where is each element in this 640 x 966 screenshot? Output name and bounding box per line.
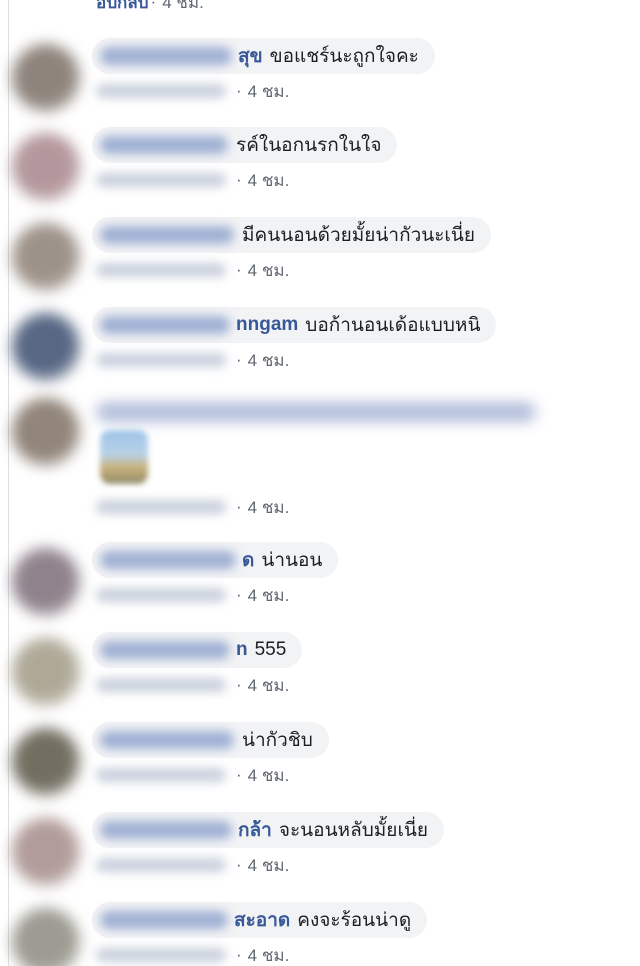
comment-text: คงจะร้อนน่าดู bbox=[297, 910, 412, 931]
comment-meta: · 4 ชม. bbox=[96, 347, 289, 373]
comment-time[interactable]: 4 ชม. bbox=[248, 582, 290, 609]
comment-meta: · 4 ชม. bbox=[96, 78, 289, 104]
blurred-actions[interactable] bbox=[96, 173, 226, 187]
comment-text: ขอแชร์นะถูกใจคะ bbox=[269, 46, 419, 67]
blurred-actions[interactable] bbox=[96, 263, 226, 277]
comment-bubble: สุข ขอแชร์นะถูกใจคะ bbox=[92, 38, 435, 74]
comment-time[interactable]: 4 ชม. bbox=[248, 347, 290, 374]
blurred-author-name[interactable] bbox=[100, 731, 234, 749]
meta-separator: · bbox=[236, 585, 242, 604]
blurred-actions[interactable] bbox=[96, 858, 226, 872]
meta-separator: · bbox=[236, 497, 242, 516]
blurred-actions[interactable] bbox=[96, 768, 226, 782]
reply-link[interactable]: อ่ปกลับ bbox=[96, 0, 149, 16]
comment-bubble: กล้า จะนอนหลับมั้ยเนี่ย bbox=[92, 812, 445, 848]
comment-author[interactable]: สะอาด bbox=[234, 905, 290, 935]
avatar[interactable] bbox=[12, 548, 80, 616]
avatar[interactable] bbox=[12, 133, 80, 201]
blurred-author-name[interactable] bbox=[100, 821, 232, 839]
comment-bubble: n 555 bbox=[92, 632, 303, 668]
meta-separator: · bbox=[236, 855, 242, 874]
avatar[interactable] bbox=[12, 398, 80, 466]
meta-separator: · bbox=[236, 260, 242, 279]
avatar[interactable] bbox=[12, 728, 80, 796]
comment-meta: · 4 ชม. bbox=[96, 762, 289, 788]
comment-meta: · 4 ชม. bbox=[96, 942, 289, 966]
comment-bubble: มีคนนอนด้วยมั้ยน่ากัวนะเนี่ย bbox=[92, 217, 492, 253]
comment-time[interactable]: 4 ชม. bbox=[248, 762, 290, 789]
comment-time[interactable]: 4 ชม. bbox=[248, 942, 290, 966]
avatar[interactable] bbox=[12, 223, 80, 291]
comment-bubble: nngam บอก้านอนเด้อแบบหนิ bbox=[92, 307, 497, 343]
blurred-actions[interactable] bbox=[96, 948, 226, 962]
comment-bubble: รค์ในอกนรกในใจ bbox=[92, 127, 398, 163]
blurred-actions[interactable] bbox=[96, 353, 226, 367]
comment-text: น่านอน bbox=[261, 550, 323, 571]
meta-separator: · bbox=[236, 675, 242, 694]
comment-thread: อ่ปกลับ · 4 ชม. สุข ขอแชร์นะถูกใจคะ · 4 … bbox=[0, 0, 640, 966]
avatar[interactable] bbox=[12, 313, 80, 381]
blurred-author-name[interactable] bbox=[100, 551, 236, 569]
blurred-actions[interactable] bbox=[96, 84, 226, 98]
meta-separator: · bbox=[236, 81, 242, 100]
meta-separator: · bbox=[236, 170, 242, 189]
blurred-author-name[interactable] bbox=[100, 641, 230, 659]
avatar[interactable] bbox=[12, 638, 80, 706]
avatar[interactable] bbox=[12, 908, 80, 966]
comment-time[interactable]: 4 ชม. bbox=[248, 78, 290, 105]
comment-meta: · 4 ชม. bbox=[96, 852, 289, 878]
comment-time[interactable]: 4 ชม. bbox=[162, 0, 204, 16]
comment-text: 555 bbox=[254, 639, 287, 660]
comment-image-thumbnail[interactable] bbox=[100, 430, 148, 484]
meta-separator: · bbox=[150, 0, 157, 11]
blurred-author-name[interactable] bbox=[100, 47, 232, 65]
comment-author[interactable]: ด bbox=[242, 545, 254, 575]
comment-time[interactable]: 4 ชม. bbox=[248, 494, 290, 521]
comment-meta: · 4 ชม. bbox=[96, 257, 289, 283]
comment-text: น่ากัวชิบ bbox=[242, 730, 313, 751]
meta-separator: · bbox=[236, 765, 242, 784]
blurred-author-name[interactable] bbox=[100, 911, 228, 929]
blurred-actions[interactable] bbox=[96, 588, 226, 602]
avatar[interactable] bbox=[12, 818, 80, 886]
blurred-author-name[interactable] bbox=[100, 316, 230, 334]
comment-text: รค์ในอกนรกในใจ bbox=[236, 135, 382, 156]
comment-item: · 4 ชม. bbox=[0, 392, 640, 522]
avatar[interactable] bbox=[12, 44, 80, 112]
comment-time[interactable]: 4 ชม. bbox=[248, 672, 290, 699]
meta-separator: · bbox=[236, 945, 242, 964]
comment-author[interactable]: สุข bbox=[238, 41, 263, 71]
comment-bubble: น่ากัวชิบ bbox=[92, 722, 329, 758]
previous-comment-meta: อ่ปกลับ · 4 ชม. bbox=[96, 0, 204, 14]
comment-meta: · 4 ชม. bbox=[96, 167, 289, 193]
meta-separator: · bbox=[236, 350, 242, 369]
comment-text: จะนอนหลับมั้ยเนี่ย bbox=[278, 820, 429, 841]
comment-author[interactable]: n bbox=[236, 639, 248, 661]
blurred-author-name[interactable] bbox=[96, 402, 536, 422]
comment-meta: · 4 ชม. bbox=[96, 582, 289, 608]
comment-meta: · 4 ชม. bbox=[96, 494, 289, 520]
blurred-actions[interactable] bbox=[96, 500, 226, 514]
blurred-actions[interactable] bbox=[96, 678, 226, 692]
comment-bubble: สะอาด คงจะร้อนน่าดู bbox=[92, 902, 428, 938]
comment-time[interactable]: 4 ชม. bbox=[248, 852, 290, 879]
comment-author[interactable]: nngam bbox=[236, 314, 298, 336]
comment-text: มีคนนอนด้วยมั้ยน่ากัวนะเนี่ย bbox=[242, 225, 476, 246]
blurred-author-name[interactable] bbox=[100, 226, 234, 244]
blurred-author-name[interactable] bbox=[100, 136, 228, 154]
comment-time[interactable]: 4 ชม. bbox=[248, 257, 290, 284]
comment-meta: · 4 ชม. bbox=[96, 672, 289, 698]
comment-time[interactable]: 4 ชม. bbox=[248, 167, 290, 194]
comment-bubble: ด น่านอน bbox=[92, 542, 339, 578]
comment-author[interactable]: กล้า bbox=[238, 815, 272, 845]
comment-text: บอก้านอนเด้อแบบหนิ bbox=[305, 315, 481, 336]
